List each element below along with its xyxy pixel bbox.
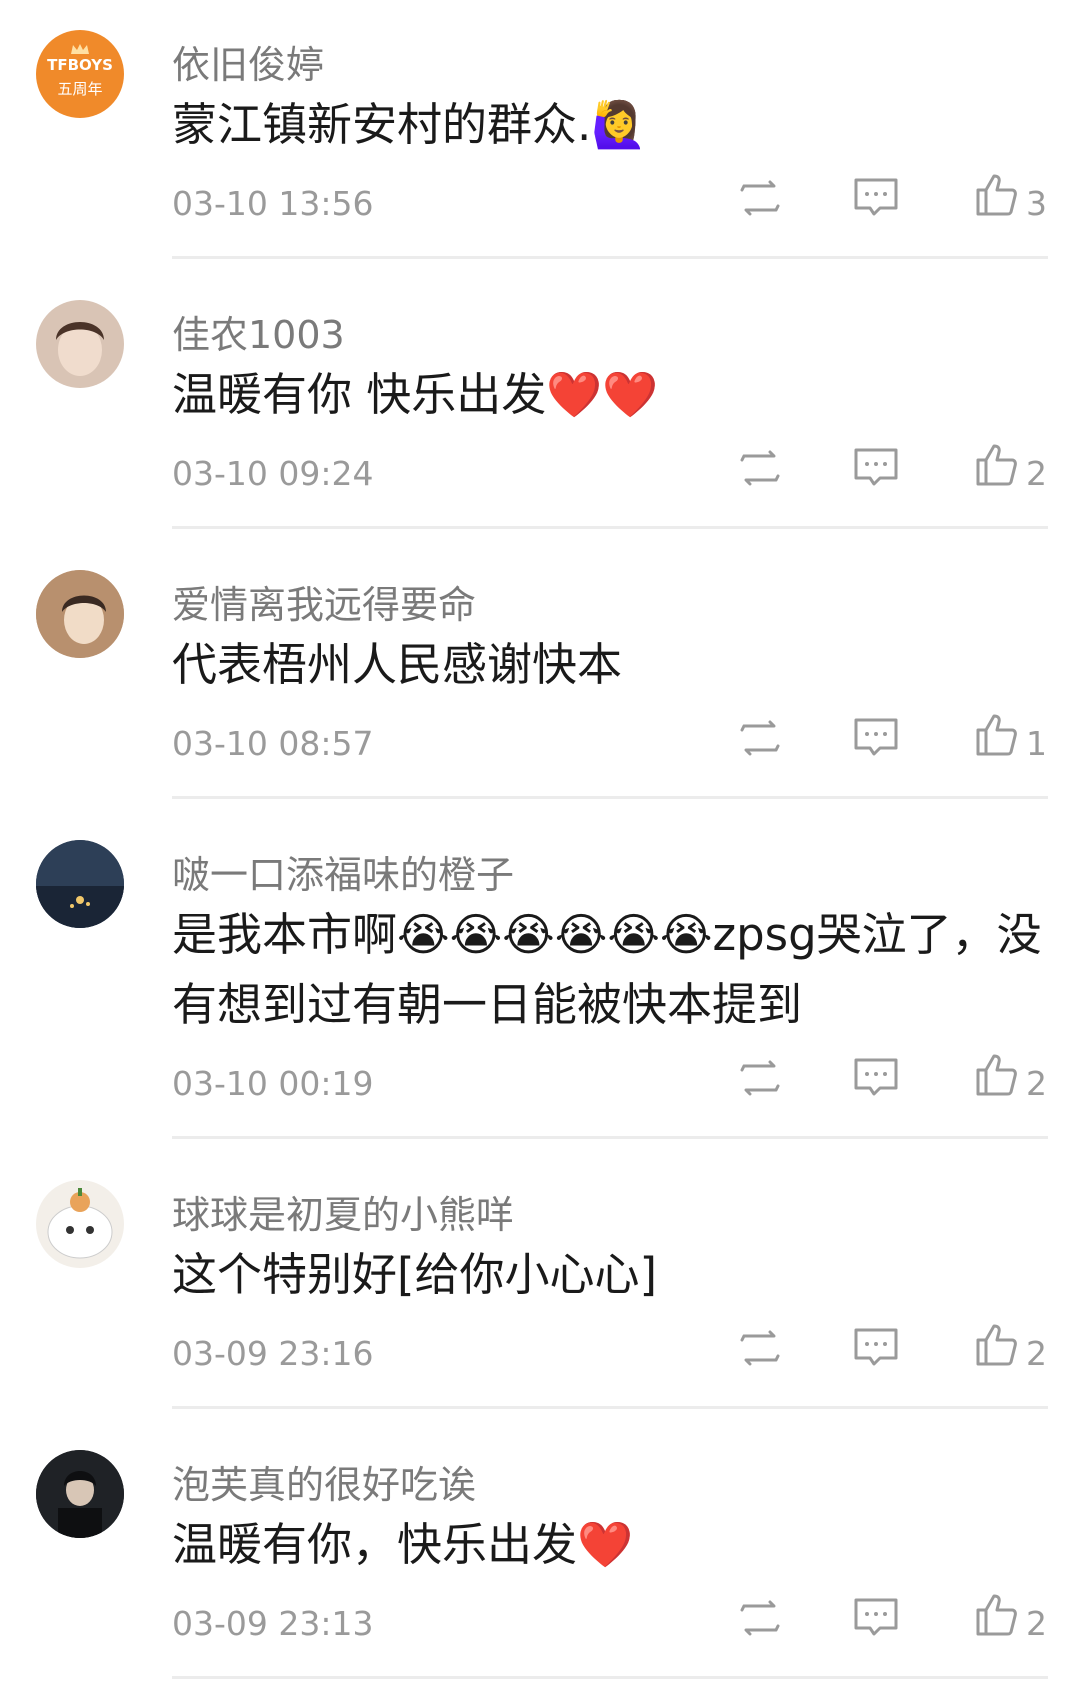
username[interactable]: 球球是初夏的小熊咩 <box>172 1184 514 1239</box>
comment-text: 代表梧州人民感谢快本 <box>172 638 623 691</box>
comment-icon[interactable] <box>850 710 902 762</box>
divider <box>172 1136 1048 1139</box>
comment-item: 泡芙真的很好吃诶 温暖有你，快乐出发❤️ 03-09 23:13 2 <box>0 1420 1080 1688</box>
comment-text: 温暖有你，快乐出发❤️ <box>172 1518 634 1571</box>
timestamp: 03-10 00:19 <box>172 1064 374 1103</box>
avatar[interactable] <box>36 300 124 388</box>
comment-icon[interactable] <box>850 170 902 222</box>
comment-item: 啵一口添福味的橙子 是我本市啊😭😭😭😭😭😭zpsg哭泣了，没有想到过有朝一日能被… <box>0 810 1080 1140</box>
comment-item: 爱情离我远得要命 代表梧州人民感谢快本 03-10 08:57 1 <box>0 540 1080 800</box>
comment-item: 球球是初夏的小熊咩 这个特别好[给你小心心] 03-09 23:16 2 <box>0 1150 1080 1410</box>
comment-icon[interactable] <box>850 1050 902 1102</box>
avatar[interactable] <box>36 570 124 658</box>
timestamp: 03-09 23:16 <box>172 1334 374 1373</box>
repost-icon[interactable] <box>734 172 786 224</box>
avatar[interactable] <box>36 1450 124 1538</box>
timestamp: 03-10 08:57 <box>172 724 374 763</box>
username[interactable]: 佳农1003 <box>172 304 345 359</box>
comment-item: 佳农1003 温暖有你 快乐出发❤️❤️ 03-10 09:24 2 <box>0 270 1080 530</box>
timestamp: 03-10 09:24 <box>172 454 374 493</box>
like-count: 2 <box>1026 1604 1047 1643</box>
comment-item: TFBOYS 五周年 依旧俊婷 蒙江镇新安村的群众.🙋‍♀️ 03-10 13:… <box>0 0 1080 260</box>
like-icon[interactable] <box>970 1588 1022 1640</box>
comment-text: 这个特别好[给你小心心] <box>172 1248 658 1301</box>
divider <box>172 526 1048 529</box>
timestamp: 03-09 23:13 <box>172 1604 374 1643</box>
username[interactable]: 爱情离我远得要命 <box>172 574 476 629</box>
avatar-badge-text: TFBOYS <box>47 56 113 74</box>
like-icon[interactable] <box>970 1318 1022 1370</box>
username[interactable]: 泡芙真的很好吃诶 <box>172 1454 476 1509</box>
like-count: 2 <box>1026 1334 1047 1373</box>
comment-icon[interactable] <box>850 1320 902 1372</box>
like-count: 2 <box>1026 1064 1047 1103</box>
avatar[interactable] <box>36 1180 124 1268</box>
comment-text: 蒙江镇新安村的群众.🙋‍♀️ <box>172 98 648 151</box>
avatar[interactable]: TFBOYS 五周年 <box>36 30 124 118</box>
comment-icon[interactable] <box>850 1590 902 1642</box>
avatar[interactable] <box>36 840 124 928</box>
like-count: 1 <box>1026 724 1047 763</box>
divider <box>172 796 1048 799</box>
repost-icon[interactable] <box>734 1592 786 1644</box>
repost-icon[interactable] <box>734 1322 786 1374</box>
comment-text: 是我本市啊😭😭😭😭😭😭zpsg哭泣了，没有想到过有朝一日能被快本提到 <box>172 908 1042 1031</box>
crown-icon <box>70 40 90 54</box>
divider <box>172 1676 1048 1679</box>
username[interactable]: 依旧俊婷 <box>172 34 324 89</box>
divider <box>172 1406 1048 1409</box>
like-count: 3 <box>1026 184 1047 223</box>
like-icon[interactable] <box>970 168 1022 220</box>
like-icon[interactable] <box>970 708 1022 760</box>
timestamp: 03-10 13:56 <box>172 184 374 223</box>
username[interactable]: 啵一口添福味的橙子 <box>172 844 514 899</box>
repost-icon[interactable] <box>734 712 786 764</box>
comment-text: 温暖有你 快乐出发❤️❤️ <box>172 368 659 421</box>
divider <box>172 256 1048 259</box>
avatar-badge-subtext: 五周年 <box>57 80 103 98</box>
like-count: 2 <box>1026 454 1047 493</box>
like-icon[interactable] <box>970 438 1022 490</box>
like-icon[interactable] <box>970 1048 1022 1100</box>
repost-icon[interactable] <box>734 442 786 494</box>
repost-icon[interactable] <box>734 1052 786 1104</box>
comment-icon[interactable] <box>850 440 902 492</box>
